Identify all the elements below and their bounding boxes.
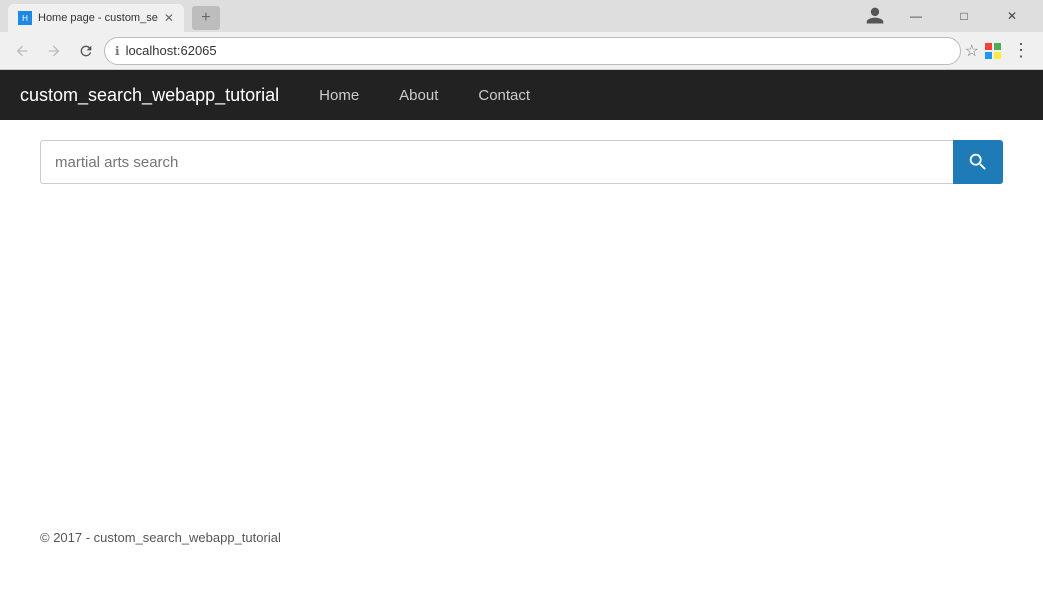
search-icon <box>967 151 989 173</box>
maximize-button[interactable]: □ <box>941 0 987 32</box>
windows-grid-icon <box>985 43 1001 59</box>
toolbar-right: ☆ ⋮ <box>965 37 1035 65</box>
close-button[interactable]: ✕ <box>989 0 1035 32</box>
search-input[interactable] <box>40 140 953 184</box>
footer: © 2017 - custom_search_webapp_tutorial <box>0 520 1043 555</box>
navbar: custom_search_webapp_tutorial Home About… <box>0 70 1043 120</box>
navbar-link-contact[interactable]: Contact <box>468 82 540 109</box>
tab-close-button[interactable]: ✕ <box>164 12 174 24</box>
title-bar-left: H Home page - custom_se ✕ + <box>8 0 220 32</box>
footer-text: © 2017 - custom_search_webapp_tutorial <box>40 530 281 545</box>
minimize-button[interactable]: — <box>893 0 939 32</box>
navbar-link-about[interactable]: About <box>389 82 448 109</box>
address-bar-container[interactable]: ℹ <box>104 37 961 65</box>
win-cell-red <box>985 43 992 50</box>
back-button[interactable] <box>8 37 36 65</box>
browser-tab[interactable]: H Home page - custom_se ✕ <box>8 4 184 32</box>
main-content <box>0 120 1043 520</box>
profile-button[interactable] <box>859 0 891 32</box>
browser-chrome: H Home page - custom_se ✕ + — □ ✕ ℹ <box>0 0 1043 70</box>
windows-apps-button[interactable] <box>981 39 1005 63</box>
tab-title: Home page - custom_se <box>38 12 158 24</box>
bookmark-button[interactable]: ☆ <box>965 41 979 61</box>
refresh-button[interactable] <box>72 37 100 65</box>
forward-button[interactable] <box>40 37 68 65</box>
win-cell-blue <box>985 52 992 59</box>
title-bar: H Home page - custom_se ✕ + — □ ✕ <box>0 0 1043 32</box>
navbar-link-home[interactable]: Home <box>309 82 369 109</box>
browser-toolbar: ℹ ☆ ⋮ <box>0 32 1043 70</box>
browser-menu-button[interactable]: ⋮ <box>1007 37 1035 65</box>
title-bar-controls: — □ ✕ <box>859 0 1035 32</box>
app-window: custom_search_webapp_tutorial Home About… <box>0 70 1043 592</box>
search-button[interactable] <box>953 140 1003 184</box>
address-bar-icon: ℹ <box>115 44 120 58</box>
search-form <box>40 140 1003 184</box>
win-cell-yellow <box>994 52 1001 59</box>
win-cell-green <box>994 43 1001 50</box>
new-tab-button[interactable]: + <box>192 6 220 30</box>
navbar-brand[interactable]: custom_search_webapp_tutorial <box>20 85 279 106</box>
address-input[interactable] <box>126 43 950 58</box>
tab-favicon: H <box>18 11 32 25</box>
